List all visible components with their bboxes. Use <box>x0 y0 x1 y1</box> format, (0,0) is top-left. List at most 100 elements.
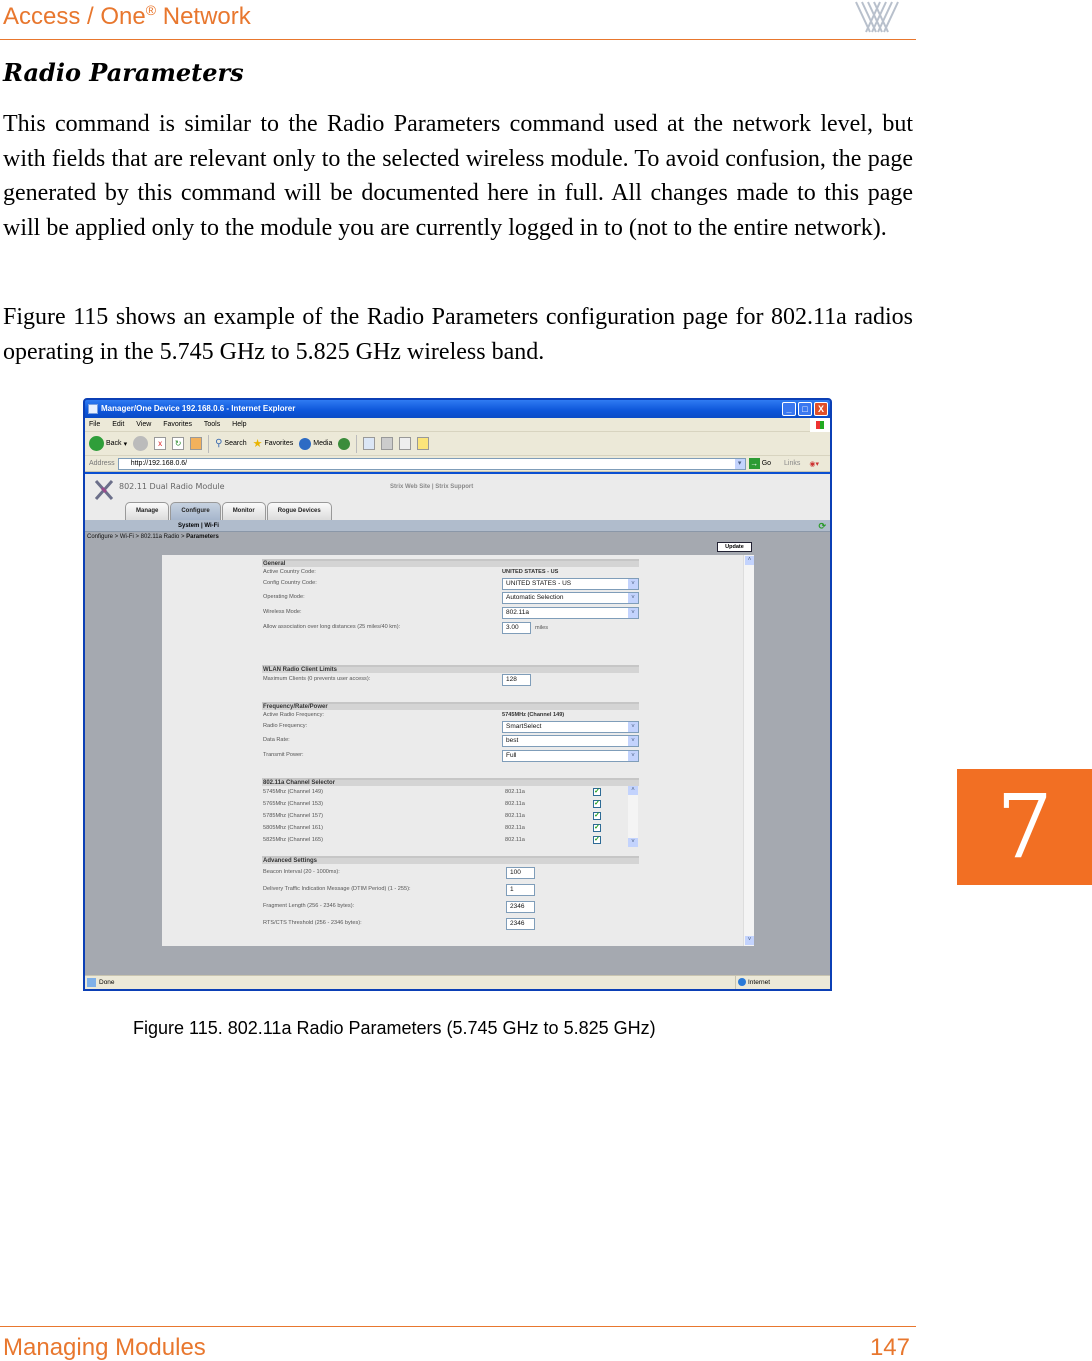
channel-list-scrollbar[interactable]: ˄ ˅ <box>628 786 638 847</box>
browser-window: Manager/One Device 192.168.0.6 - Interne… <box>83 398 832 991</box>
tab-monitor[interactable]: Monitor <box>221 502 266 520</box>
links-button[interactable]: Links <box>784 460 800 467</box>
update-button[interactable]: Update <box>717 542 752 552</box>
radio-frequency-select[interactable]: SmartSelect ˅ <box>502 721 639 733</box>
breadcrumb: Configure > Wi-Fi > 802.11a Radio > Para… <box>87 534 219 540</box>
settings-panel: ˄ ˅ General Active Country Code: UNITED … <box>162 555 754 946</box>
history-icon[interactable] <box>338 437 351 450</box>
channel-row: 5745Mhz (Channel 149) 802.11a ✓ <box>263 788 601 796</box>
channel-list: 5745Mhz (Channel 149) 802.11a ✓ 5765Mhz … <box>262 786 639 847</box>
body-paragraph: Figure 115 shows an example of the Radio… <box>3 304 913 365</box>
favorites-button[interactable]: ★ Favorites <box>253 437 294 450</box>
search-button[interactable]: ⚲ Search <box>215 438 247 449</box>
section-heading: Frequency/Rate/Power <box>262 702 639 710</box>
refresh-icon[interactable]: ↻ <box>172 437 185 450</box>
edit-icon[interactable] <box>399 437 412 450</box>
data-rate-select[interactable]: best ˅ <box>502 735 639 747</box>
channel-row: 5765Mhz (Channel 153) 802.11a ✓ <box>263 800 601 808</box>
sub-nav: System | Wi-Fi ⟳ <box>85 520 830 532</box>
address-input[interactable]: http://192.168.0.6/ ▾ <box>117 457 746 470</box>
menu-file[interactable]: File <box>89 421 100 428</box>
menu-help[interactable]: Help <box>232 421 246 428</box>
section-title: Radio Parameters <box>3 58 244 87</box>
channel-checkbox[interactable]: ✓ <box>593 788 601 796</box>
channel-checkbox[interactable]: ✓ <box>593 824 601 832</box>
address-bar: Address http://192.168.0.6/ ▾ → Go Links… <box>85 456 830 472</box>
body-paragraph: This command is similar to the Radio Par… <box>3 111 913 241</box>
globe-icon <box>738 978 746 986</box>
chevron-down-icon: ˅ <box>628 751 638 761</box>
tab-configure[interactable]: Configure <box>170 502 221 520</box>
config-country-select[interactable]: UNITED STATES - US ˅ <box>502 578 639 590</box>
window-title: Manager/One Device 192.168.0.6 - Interne… <box>101 404 296 413</box>
print-icon[interactable] <box>381 437 394 450</box>
fragment-length-row: Fragment Length (256 - 2346 bytes): 2346 <box>262 898 639 915</box>
max-clients-input[interactable]: 128 <box>502 674 531 686</box>
page-done-icon <box>87 978 96 987</box>
panel-scrollbar[interactable]: ˄ ˅ <box>743 555 754 946</box>
refresh-icon[interactable]: ⟳ <box>818 521 826 531</box>
scroll-up-icon[interactable]: ˄ <box>745 556 754 565</box>
radio-frequency-row: Radio Frequency: SmartSelect ˅ <box>262 720 639 734</box>
long-distance-input[interactable]: 3.00 <box>502 622 531 634</box>
media-icon <box>299 437 312 450</box>
discuss-icon[interactable] <box>417 437 430 450</box>
scroll-down-icon[interactable]: ˅ <box>628 838 638 847</box>
active-frequency-row: Active Radio Frequency: 5745MHz (Channel… <box>263 712 565 718</box>
scroll-up-icon[interactable]: ˄ <box>628 786 638 795</box>
media-button[interactable]: Media <box>299 437 332 450</box>
stop-icon[interactable]: x <box>154 437 167 450</box>
transmit-power-select[interactable]: Full ˅ <box>502 750 639 762</box>
transmit-power-row: Transmit Power: Full ˅ <box>262 749 639 764</box>
acrobat-icon[interactable]: ◉▾ <box>809 460 819 468</box>
fragment-length-input[interactable]: 2346 <box>506 901 535 913</box>
toolbar-divider <box>356 434 358 453</box>
menu-favorites[interactable]: Favorites <box>163 421 192 428</box>
dtim-period-input[interactable]: 1 <box>506 884 535 896</box>
general-section: General Active Country Code: UNITED STAT… <box>262 559 639 636</box>
menu-view[interactable]: View <box>136 421 151 428</box>
address-label: Address <box>89 460 115 467</box>
strix-links[interactable]: Strix Web Site | Strix Support <box>390 484 473 490</box>
section-heading: 802.11a Channel Selector <box>262 778 639 786</box>
sub-nav-links[interactable]: System | Wi-Fi <box>178 523 219 529</box>
home-icon[interactable] <box>190 437 203 450</box>
wireless-mode-select[interactable]: 802.11a ˅ <box>502 607 639 619</box>
close-button[interactable]: X <box>814 402 828 416</box>
active-frequency-value: 5745MHz (Channel 149) <box>502 712 565 718</box>
tab-manage[interactable]: Manage <box>125 502 170 520</box>
chevron-down-icon[interactable]: ▾ <box>734 458 745 469</box>
section-heading: General <box>262 559 639 567</box>
rts-threshold-row: RTS/CTS Threshold (256 - 2346 bytes): 23… <box>262 915 639 932</box>
go-button[interactable]: → Go <box>748 458 771 469</box>
status-text: Done <box>99 979 115 986</box>
channel-checkbox[interactable]: ✓ <box>593 812 601 820</box>
main-tabs: Manage Configure Monitor Rogue Devices <box>125 502 332 520</box>
app-name: 802.11 Dual Radio Module <box>119 482 225 491</box>
chevron-down-icon: ˅ <box>628 593 638 603</box>
chevron-down-icon: ˅ <box>628 608 638 618</box>
menu-tools[interactable]: Tools <box>204 421 220 428</box>
rts-threshold-input[interactable]: 2346 <box>506 918 535 930</box>
figure-caption: Figure 115. 802.11a Radio Parameters (5.… <box>133 1018 656 1038</box>
menu-edit[interactable]: Edit <box>112 421 124 428</box>
advanced-settings-section: Advanced Settings Beacon Interval (20 - … <box>262 856 639 932</box>
strix-logo-icon <box>855 1 899 33</box>
mail-icon[interactable] <box>363 437 376 450</box>
channel-checkbox[interactable]: ✓ <box>593 800 601 808</box>
channel-row: 5785Mhz (Channel 157) 802.11a ✓ <box>263 812 601 820</box>
scroll-down-icon[interactable]: ˅ <box>745 936 754 945</box>
go-arrow-icon: → <box>748 458 760 469</box>
beacon-interval-input[interactable]: 100 <box>506 867 535 879</box>
back-arrow-icon <box>89 436 104 451</box>
maximize-button[interactable]: □ <box>798 402 812 416</box>
chevron-down-icon: ˅ <box>628 579 638 589</box>
forward-button[interactable] <box>133 436 149 451</box>
operating-mode-select[interactable]: Automatic Selection ˅ <box>502 592 639 604</box>
windows-logo-icon <box>810 418 830 432</box>
tab-rogue-devices[interactable]: Rogue Devices <box>266 502 332 520</box>
data-rate-row: Data Rate: best ˅ <box>262 734 639 749</box>
minimize-button[interactable]: _ <box>782 402 796 416</box>
channel-checkbox[interactable]: ✓ <box>593 836 601 844</box>
back-button[interactable]: Back ▾ <box>89 436 127 451</box>
